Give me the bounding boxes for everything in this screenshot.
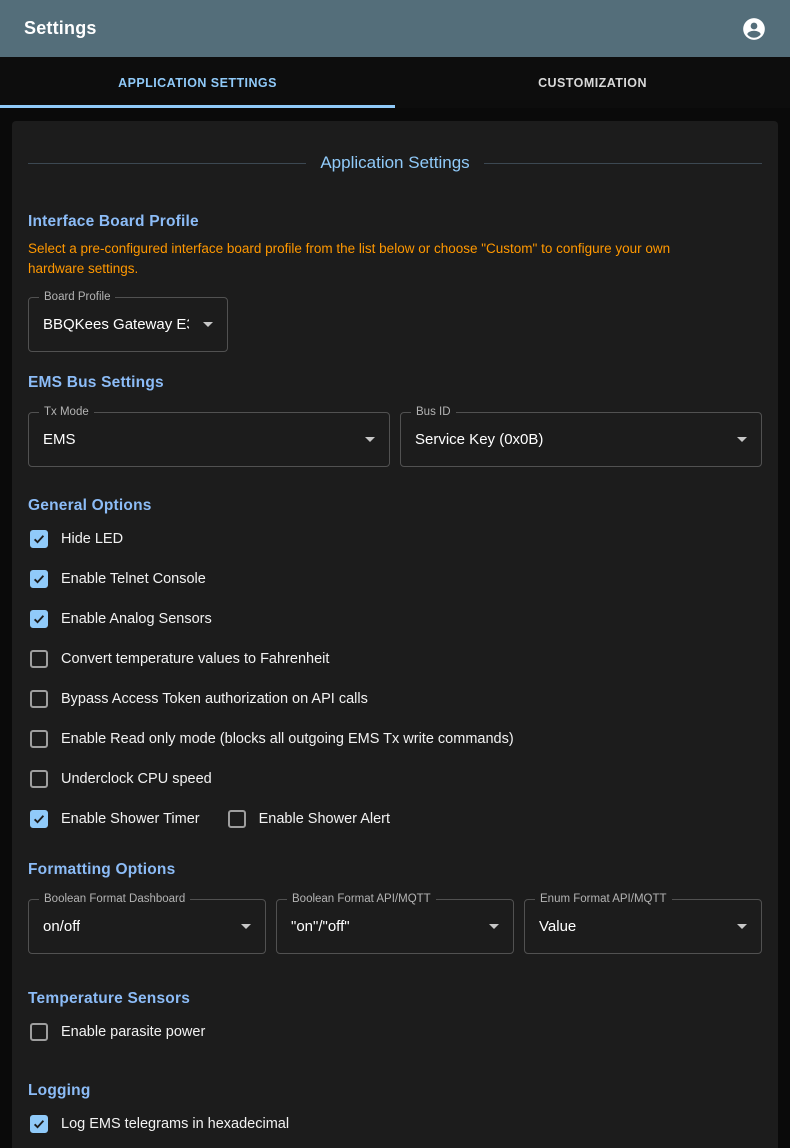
checkbox-icon (30, 810, 48, 828)
card-heading: Application Settings (28, 153, 762, 173)
checkbox-label: Enable Shower Alert (259, 811, 390, 827)
temperature-options-list: Enable parasite power (28, 1022, 762, 1042)
checkbox-label: Hide LED (61, 531, 123, 547)
boolean-format-dashboard-select[interactable]: Boolean Format Dashboard on/off (28, 899, 266, 954)
tab-bar: APPLICATION SETTINGS CUSTOMIZATION (0, 57, 790, 108)
checkbox-icon (30, 1023, 48, 1041)
boolean-format-api-select[interactable]: Boolean Format API/MQTT "on"/"off" (276, 899, 514, 954)
section-title-logging: Logging (28, 1082, 762, 1100)
enum-format-api-select[interactable]: Enum Format API/MQTT Value (524, 899, 762, 954)
checkbox-icon (30, 530, 48, 548)
tab-active-indicator (0, 105, 395, 108)
section-title-interface-board: Interface Board Profile (28, 213, 762, 231)
checkbox-enable-shower-timer[interactable]: Enable Shower Timer (28, 809, 200, 829)
checkbox-label: Underclock CPU speed (61, 771, 212, 787)
dropdown-arrow-icon (203, 322, 213, 327)
tx-mode-value: EMS (43, 431, 76, 448)
logging-options-list: Log EMS telegrams in hexadecimal Enable … (28, 1114, 762, 1148)
divider-line-left (28, 163, 306, 164)
checkbox-label: Enable Read only mode (blocks all outgoi… (61, 731, 514, 747)
checkbox-enable-parasite-power[interactable]: Enable parasite power (28, 1022, 762, 1042)
checkbox-log-ems-hex[interactable]: Log EMS telegrams in hexadecimal (28, 1114, 762, 1134)
checkbox-label: Enable Analog Sensors (61, 611, 212, 627)
checkbox-label: Convert temperature values to Fahrenheit (61, 651, 329, 667)
checkbox-enable-telnet-console[interactable]: Enable Telnet Console (28, 569, 762, 589)
divider-line-right (484, 163, 762, 164)
account-circle-icon (741, 16, 767, 42)
checkbox-icon (228, 810, 246, 828)
boolean-format-dashboard-label: Boolean Format Dashboard (39, 893, 190, 905)
checkbox-icon (30, 690, 48, 708)
boolean-format-api-value: "on"/"off" (291, 918, 350, 935)
tx-mode-select[interactable]: Tx Mode EMS (28, 412, 390, 467)
dropdown-arrow-icon (737, 437, 747, 442)
checkbox-hide-led[interactable]: Hide LED (28, 529, 762, 549)
checkbox-convert-fahrenheit[interactable]: Convert temperature values to Fahrenheit (28, 649, 762, 669)
checkbox-bypass-access-token[interactable]: Bypass Access Token authorization on API… (28, 689, 762, 709)
settings-card: Application Settings Interface Board Pro… (12, 121, 778, 1148)
checkbox-icon (30, 610, 48, 628)
section-title-temperature: Temperature Sensors (28, 990, 762, 1008)
boolean-format-api-label: Boolean Format API/MQTT (287, 893, 436, 905)
section-title-ems-bus: EMS Bus Settings (28, 374, 762, 392)
checkbox-label: Log EMS telegrams in hexadecimal (61, 1116, 289, 1132)
dropdown-arrow-icon (737, 924, 747, 929)
checkbox-label: Enable Telnet Console (61, 571, 206, 587)
interface-board-description: Select a pre-configured interface board … (28, 239, 730, 279)
checkbox-label: Bypass Access Token authorization on API… (61, 691, 368, 707)
enum-format-api-label: Enum Format API/MQTT (535, 893, 672, 905)
section-title-formatting: Formatting Options (28, 861, 762, 879)
section-title-general: General Options (28, 497, 762, 515)
board-profile-select[interactable]: Board Profile BBQKees Gateway E32 (28, 297, 228, 352)
bus-id-value: Service Key (0x0B) (415, 431, 543, 448)
checkbox-icon (30, 570, 48, 588)
checkbox-icon (30, 1115, 48, 1133)
checkbox-label: Enable parasite power (61, 1024, 205, 1040)
checkbox-enable-shower-alert[interactable]: Enable Shower Alert (226, 809, 390, 829)
board-profile-label: Board Profile (39, 291, 115, 303)
page-title: Settings (24, 18, 97, 39)
general-options-list: Hide LED Enable Telnet Console Enable An… (28, 529, 762, 829)
checkbox-icon (30, 650, 48, 668)
checkbox-icon (30, 770, 48, 788)
checkbox-label: Enable Shower Timer (61, 811, 200, 827)
checkbox-read-only-mode[interactable]: Enable Read only mode (blocks all outgoi… (28, 729, 762, 749)
tab-application-settings[interactable]: APPLICATION SETTINGS (0, 57, 395, 108)
dropdown-arrow-icon (365, 437, 375, 442)
checkbox-icon (30, 730, 48, 748)
account-button[interactable] (734, 9, 774, 49)
tab-customization[interactable]: CUSTOMIZATION (395, 57, 790, 108)
board-profile-value: BBQKees Gateway E32 (43, 316, 189, 333)
boolean-format-dashboard-value: on/off (43, 918, 80, 935)
dropdown-arrow-icon (489, 924, 499, 929)
dropdown-arrow-icon (241, 924, 251, 929)
enum-format-api-value: Value (539, 918, 576, 935)
bus-id-select[interactable]: Bus ID Service Key (0x0B) (400, 412, 762, 467)
app-bar: Settings (0, 0, 790, 57)
checkbox-underclock-cpu[interactable]: Underclock CPU speed (28, 769, 762, 789)
tx-mode-label: Tx Mode (39, 406, 94, 418)
card-heading-text: Application Settings (306, 153, 483, 173)
checkbox-enable-analog-sensors[interactable]: Enable Analog Sensors (28, 609, 762, 629)
shower-options-row: Enable Shower Timer Enable Shower Alert (28, 809, 762, 829)
bus-id-label: Bus ID (411, 406, 456, 418)
